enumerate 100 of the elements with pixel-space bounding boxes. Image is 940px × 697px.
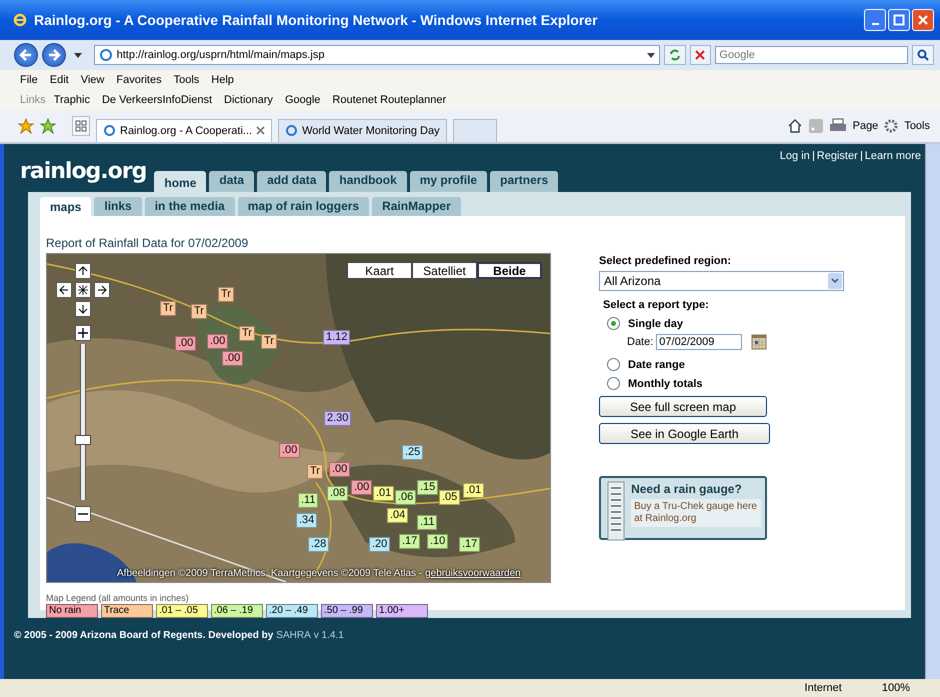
rainfall-marker[interactable]: .25 (402, 445, 424, 460)
rainfall-marker[interactable]: .06 (395, 490, 416, 505)
sub-tab[interactable]: maps (40, 197, 92, 216)
rainfall-marker[interactable]: .28 (308, 537, 330, 552)
menu-item[interactable]: Favorites (116, 74, 162, 86)
radio-button[interactable] (607, 317, 620, 330)
close-button[interactable] (912, 9, 934, 31)
zoom-in-button[interactable] (75, 325, 91, 341)
rainfall-marker[interactable]: .00 (279, 443, 300, 458)
rain-gauge-ad[interactable]: Need a rain gauge? Buy a Tru-Chek gauge here at Rainlog.org (599, 476, 767, 540)
rainfall-marker[interactable]: .15 (417, 480, 438, 495)
rainfall-marker[interactable]: .08 (327, 486, 348, 501)
nav-tab[interactable]: data (209, 171, 254, 192)
rainfall-marker[interactable]: .11 (298, 493, 318, 508)
scroll-bar[interactable] (925, 144, 940, 679)
dropdown-caret-icon[interactable] (646, 52, 655, 58)
maximize-button[interactable] (888, 9, 910, 31)
dropdown-caret-icon[interactable] (828, 273, 842, 289)
forward-button[interactable] (42, 43, 66, 67)
caret-icon[interactable] (74, 52, 82, 58)
sub-tab[interactable]: links (94, 197, 142, 216)
link-item[interactable]: Routenet Routeplanner (332, 94, 446, 106)
rainfall-marker[interactable]: .00 (351, 480, 372, 495)
rainfall-marker[interactable]: 2.30 (324, 411, 352, 426)
home-icon[interactable] (786, 118, 803, 134)
rainfall-marker[interactable]: .01 (463, 483, 484, 498)
account-link[interactable]: Learn more (864, 150, 921, 162)
link-item[interactable]: Traphic (54, 94, 90, 106)
link-item[interactable]: Dictionary (224, 94, 273, 106)
site-logo[interactable]: rainlog.org (20, 158, 146, 186)
menu-item[interactable]: Help (211, 74, 234, 86)
zoom-control[interactable]: 100% (882, 682, 910, 694)
browser-tab[interactable]: Rainlog.org - A Cooperati... (96, 118, 272, 142)
sub-tab[interactable]: in the media (144, 197, 235, 216)
stop-button[interactable] (690, 45, 712, 65)
rainfall-marker[interactable]: Tr (191, 304, 207, 319)
rainfall-marker[interactable]: 1.12 (323, 330, 350, 345)
nav-tab[interactable]: handbook (329, 171, 407, 192)
address-field[interactable]: http://rainlog.org/usprn/html/main/maps.jsp (94, 45, 660, 65)
rainfall-marker[interactable]: Tr (160, 301, 176, 316)
center-button[interactable] (75, 282, 91, 298)
close-tab-icon[interactable] (256, 126, 266, 135)
refresh-button[interactable] (664, 45, 686, 65)
rainfall-marker[interactable]: .11 (417, 515, 438, 530)
tools-menu[interactable]: Tools (904, 120, 930, 132)
rainfall-marker[interactable]: .00 (175, 336, 196, 351)
rainfall-marker[interactable]: .00 (222, 351, 244, 366)
rainfall-marker[interactable]: .01 (373, 486, 394, 501)
nav-tab[interactable]: partners (490, 171, 558, 192)
radio-button[interactable] (607, 358, 620, 371)
terms-link[interactable]: gebruiksvoorwaarden (425, 568, 521, 579)
search-button[interactable] (912, 45, 934, 65)
rainfall-marker[interactable]: .10 (427, 534, 448, 549)
rainfall-marker[interactable]: Tr (218, 287, 234, 302)
back-button[interactable] (14, 43, 38, 67)
rainfall-marker[interactable]: Tr (307, 464, 323, 479)
print-icon[interactable] (828, 118, 847, 134)
link-item[interactable]: Google (284, 94, 320, 106)
radio-label[interactable]: Monthly totals (628, 378, 703, 390)
sahra-link[interactable]: SAHRA (276, 630, 311, 641)
sub-tab[interactable]: map of rain loggers (238, 197, 370, 216)
map-type-button[interactable]: Beide (477, 262, 542, 279)
map-type-button[interactable]: Satelliet (412, 262, 477, 279)
pan-right-button[interactable] (94, 282, 110, 298)
account-link[interactable]: Register (816, 150, 858, 162)
rainfall-marker[interactable]: .00 (207, 334, 228, 349)
browser-tab[interactable]: World Water Monitoring Day (278, 118, 447, 142)
pan-down-button[interactable] (75, 301, 91, 317)
pan-left-button[interactable] (56, 282, 72, 298)
radio-label[interactable]: Single day (628, 318, 684, 330)
gear-icon[interactable] (884, 119, 898, 133)
search-field[interactable]: Google (715, 46, 908, 64)
rainfall-marker[interactable]: .20 (369, 537, 390, 552)
full-screen-map-button[interactable]: See full screen map (599, 396, 767, 417)
rainfall-marker[interactable]: Tr (261, 334, 277, 349)
menu-item[interactable]: View (80, 74, 104, 86)
rainfall-marker[interactable]: Tr (239, 326, 255, 341)
rainfall-marker[interactable]: .04 (387, 508, 408, 523)
rainfall-marker[interactable]: .34 (296, 513, 318, 528)
map-type-button[interactable]: Kaart (347, 262, 412, 279)
zoom-out-button[interactable] (75, 506, 91, 522)
minimize-button[interactable] (864, 9, 886, 31)
sub-tab[interactable]: RainMapper (372, 197, 461, 216)
google-earth-button[interactable]: See in Google Earth (599, 423, 770, 444)
menu-item[interactable]: Tools (174, 74, 200, 86)
region-dropdown[interactable]: All Arizona (599, 271, 844, 291)
nav-tab[interactable]: home (154, 171, 206, 192)
date-field[interactable]: 07/02/2009 (656, 334, 742, 350)
nav-tab[interactable]: add data (257, 171, 326, 192)
rainfall-marker[interactable]: .05 (439, 490, 460, 505)
zoom-slider-thumb[interactable] (75, 434, 91, 445)
link-item[interactable]: De VerkeersInfoDienst (102, 94, 212, 106)
menu-item[interactable]: File (20, 74, 38, 86)
quick-tabs-button[interactable] (72, 116, 90, 136)
account-link[interactable]: Log in (780, 150, 810, 162)
rainfall-marker[interactable]: .17 (399, 534, 420, 549)
page-menu[interactable]: Page (852, 120, 878, 132)
rainfall-marker[interactable]: .00 (329, 462, 350, 477)
menu-item[interactable]: Edit (50, 74, 69, 86)
pan-up-button[interactable] (75, 263, 91, 279)
